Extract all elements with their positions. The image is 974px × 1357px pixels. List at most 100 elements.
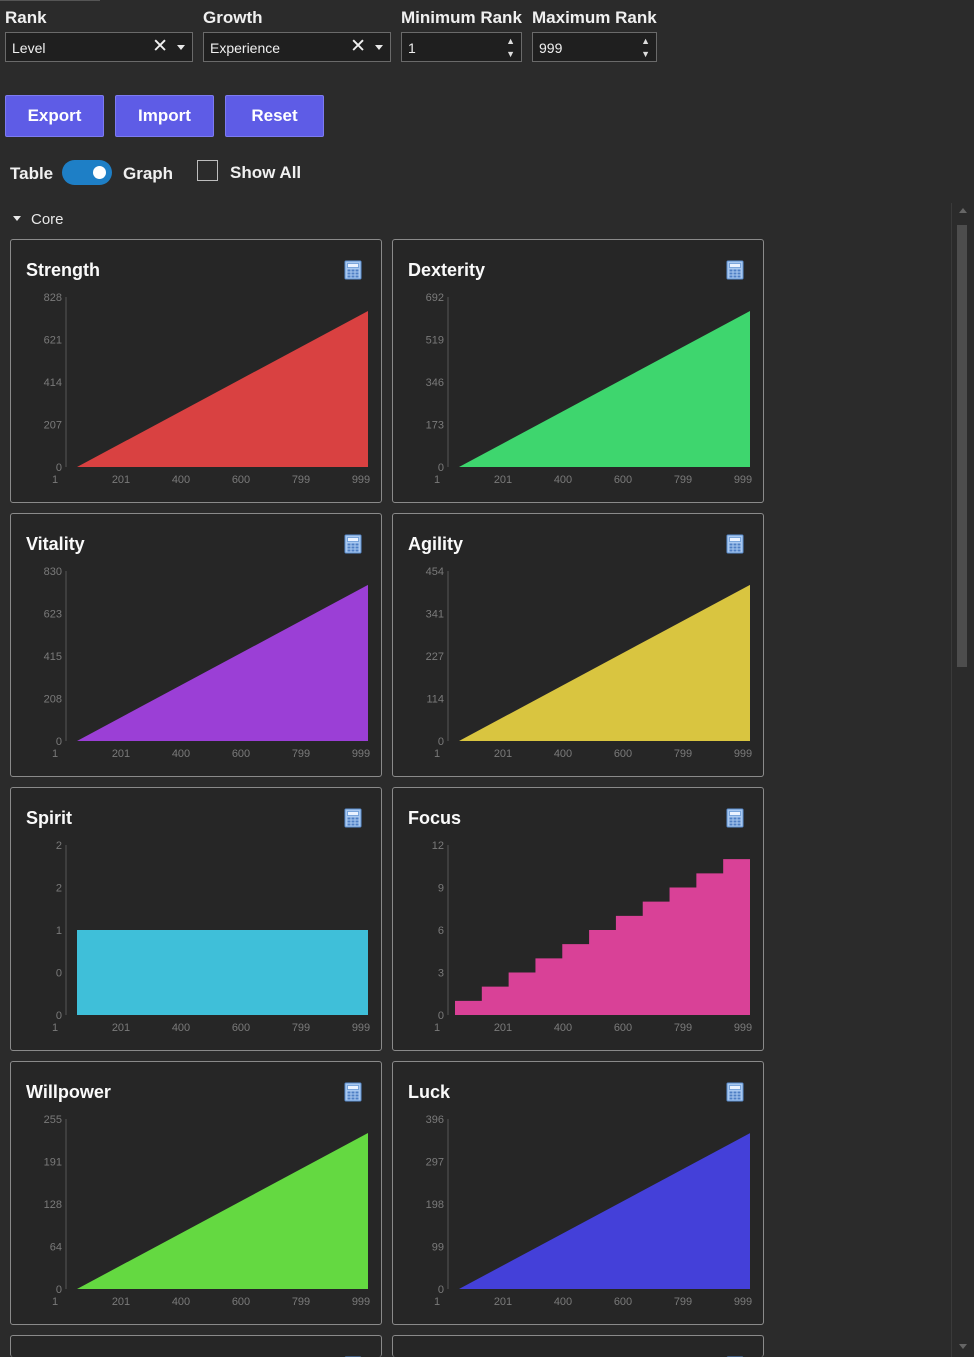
- x-tick-label: 400: [172, 748, 190, 760]
- x-tick-label: 999: [734, 748, 752, 760]
- y-tick-label: 828: [44, 292, 62, 304]
- section-core-label[interactable]: Core: [31, 211, 64, 228]
- calculator-icon[interactable]: [344, 808, 362, 828]
- y-tick-label: 341: [426, 609, 444, 621]
- calculator-icon[interactable]: [726, 1082, 744, 1102]
- clear-icon[interactable]: ✕: [152, 36, 168, 58]
- min-rank-input[interactable]: 1 ▲ ▼: [401, 32, 522, 62]
- min-rank-label: Minimum Rank: [401, 8, 522, 27]
- decrement-icon[interactable]: ▼: [641, 50, 650, 59]
- increment-icon[interactable]: ▲: [641, 37, 650, 46]
- chart-title: Agility: [408, 534, 464, 554]
- y-tick-label: 0: [56, 462, 62, 474]
- y-tick-label: 173: [426, 420, 444, 432]
- chevron-down-icon[interactable]: [375, 45, 383, 50]
- view-toggle[interactable]: [62, 160, 112, 185]
- import-button[interactable]: Import: [115, 95, 214, 137]
- x-tick-label: 1: [434, 748, 440, 760]
- rank-combo[interactable]: Level ✕: [5, 32, 193, 62]
- x-tick-label: 999: [352, 1296, 370, 1308]
- calculator-icon[interactable]: [726, 260, 744, 280]
- export-button[interactable]: Export: [5, 95, 104, 137]
- x-tick-label: 400: [172, 474, 190, 486]
- increment-icon[interactable]: ▲: [506, 37, 515, 46]
- y-tick-label: 128: [44, 1199, 62, 1211]
- scroll-down-icon[interactable]: [959, 1344, 967, 1349]
- x-tick-label: 1: [52, 1022, 58, 1034]
- chart-title: Willpower: [26, 1082, 111, 1102]
- decrement-icon[interactable]: ▼: [506, 50, 515, 59]
- x-tick-label: 400: [554, 474, 572, 486]
- y-tick-label: 621: [44, 335, 62, 347]
- calculator-icon[interactable]: [344, 260, 362, 280]
- y-tick-label: 114: [426, 694, 444, 706]
- toggle-knob: [93, 166, 106, 179]
- growth-combo[interactable]: Experience ✕: [203, 32, 391, 62]
- growth-value: Experience: [210, 40, 281, 56]
- max-rank-label: Maximum Rank: [532, 8, 657, 27]
- x-tick-label: 600: [232, 474, 250, 486]
- x-tick-label: 600: [614, 1022, 632, 1034]
- chart-card-focus: 0 3 6 9 12 1 201 400 600 799 999 Focus: [392, 787, 764, 1051]
- series-area: [459, 584, 750, 741]
- y-tick-label: 297: [426, 1157, 444, 1169]
- y-tick-label: 692: [426, 292, 444, 304]
- x-tick-label: 1: [52, 474, 58, 486]
- x-tick-label: 201: [112, 1022, 130, 1034]
- calculator-icon[interactable]: [726, 808, 744, 828]
- y-tick-label: 227: [426, 651, 444, 663]
- y-tick-label: 207: [44, 420, 62, 432]
- y-tick-label: 0: [56, 1010, 62, 1022]
- y-tick-label: 519: [426, 335, 444, 347]
- x-tick-label: 799: [292, 1296, 310, 1308]
- y-tick-label: 99: [432, 1242, 444, 1254]
- y-tick-label: 415: [44, 651, 62, 663]
- x-tick-label: 1: [434, 474, 440, 486]
- x-tick-label: 600: [614, 474, 632, 486]
- table-label: Table: [10, 164, 54, 183]
- max-rank-input[interactable]: 999 ▲ ▼: [532, 32, 657, 62]
- top-divider: [0, 0, 100, 1]
- series-area: [77, 1133, 368, 1289]
- x-tick-label: 999: [352, 474, 370, 486]
- chart-title: Spirit: [26, 808, 73, 828]
- x-tick-label: 999: [352, 748, 370, 760]
- x-tick-label: 999: [734, 1022, 752, 1034]
- x-tick-label: 1: [434, 1296, 440, 1308]
- scrollbar-thumb[interactable]: [957, 225, 967, 667]
- clear-icon[interactable]: ✕: [350, 36, 366, 58]
- x-tick-label: 400: [172, 1022, 190, 1034]
- x-tick-label: 799: [674, 748, 692, 760]
- chart-card-spirit: 0 0 1 2 2 1 201 400 600 799 999 Spirit: [10, 787, 382, 1051]
- y-tick-label: 454: [426, 566, 444, 578]
- chart-card-luck: 0 99 198 297 396 1 201 400 600 799 999 Luck: [392, 1061, 764, 1325]
- calculator-icon[interactable]: [344, 1082, 362, 1102]
- calculator-icon[interactable]: [344, 534, 362, 554]
- show-all-checkbox[interactable]: [197, 160, 218, 181]
- show-all-label: Show All: [230, 163, 302, 182]
- y-tick-label: 830: [44, 566, 62, 578]
- min-rank-value: 1: [408, 40, 416, 56]
- max-rank-value: 999: [539, 40, 563, 56]
- reset-button[interactable]: Reset: [225, 95, 324, 137]
- chart-card-willpower: 0 64 128 191 255 1 201 400 600 799 999 Willpower: [10, 1061, 382, 1325]
- x-tick-label: 1: [52, 748, 58, 760]
- series-area: [77, 930, 368, 1015]
- chart-title: Vitality: [26, 534, 85, 554]
- y-tick-label: 0: [56, 1284, 62, 1296]
- scroll-up-icon[interactable]: [959, 208, 967, 213]
- graph-label: Graph: [123, 164, 174, 183]
- y-tick-label: 0: [438, 462, 444, 474]
- x-tick-label: 999: [734, 474, 752, 486]
- y-tick-label: 2: [56, 840, 62, 852]
- x-tick-label: 400: [172, 1296, 190, 1308]
- y-tick-label: 346: [426, 377, 444, 389]
- section-collapse-icon[interactable]: [13, 216, 21, 221]
- calculator-icon[interactable]: [726, 534, 744, 554]
- y-tick-label: 255: [44, 1114, 62, 1126]
- chevron-down-icon[interactable]: [177, 45, 185, 50]
- chart-card-dexterity: 0 173 346 519 692 1 201 400 600 799 999 Dexterity: [392, 239, 764, 503]
- chart-title: Luck: [408, 1082, 451, 1102]
- x-tick-label: 1: [52, 1296, 58, 1308]
- x-tick-label: 600: [232, 1022, 250, 1034]
